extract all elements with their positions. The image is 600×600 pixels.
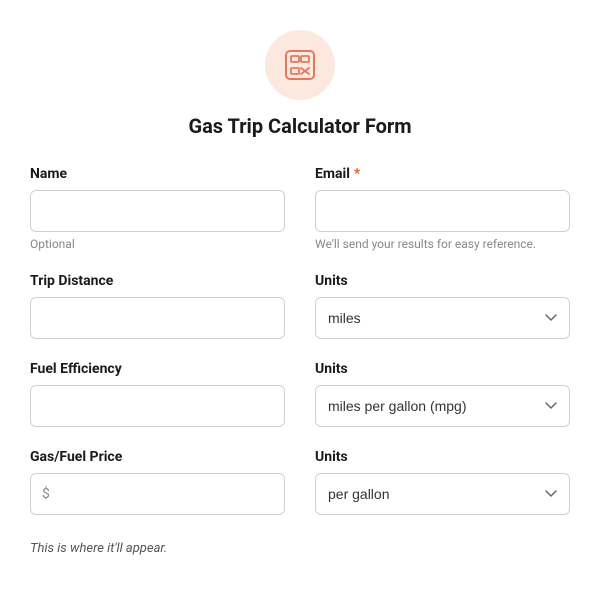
fuel-units-select[interactable]: miles per gallon (mpg) liters per 100km: [315, 385, 570, 427]
gas-units-select[interactable]: per gallon per liter: [315, 473, 570, 515]
gas-units-field-group: Units per gallon per liter: [315, 449, 570, 515]
form-title: Gas Trip Calculator Form: [188, 114, 411, 138]
bottom-text: This is where it'll appear.: [30, 541, 570, 556]
fuel-units-field-group: Units miles per gallon (mpg) liters per …: [315, 361, 570, 427]
trip-distance-field-group: Trip Distance: [30, 273, 285, 339]
fuel-efficiency-label: Fuel Efficiency: [30, 361, 285, 377]
form-header: Gas Trip Calculator Form: [30, 30, 570, 138]
trip-units-label: Units: [315, 273, 570, 289]
gas-price-field-group: Gas/Fuel Price $: [30, 449, 285, 515]
required-star: *: [354, 166, 360, 182]
name-field-group: Name Optional: [30, 166, 285, 251]
trip-units-select[interactable]: miles kilometers: [315, 297, 570, 339]
gas-price-input[interactable]: [30, 473, 285, 515]
trip-distance-input[interactable]: [30, 297, 285, 339]
page-container: Gas Trip Calculator Form Name Optional E…: [0, 0, 600, 576]
gas-units-label: Units: [315, 449, 570, 465]
calculator-icon-circle: [265, 30, 335, 100]
form-grid: Name Optional Email * We'll send your re…: [30, 166, 570, 537]
trip-distance-label: Trip Distance: [30, 273, 285, 289]
name-hint: Optional: [30, 237, 285, 251]
email-label: Email *: [315, 166, 570, 182]
email-hint: We'll send your results for easy referen…: [315, 237, 570, 251]
gas-price-input-wrapper: $: [30, 473, 285, 515]
fuel-efficiency-input[interactable]: [30, 385, 285, 427]
email-field-group: Email * We'll send your results for easy…: [315, 166, 570, 251]
fuel-units-label: Units: [315, 361, 570, 377]
gas-price-label: Gas/Fuel Price: [30, 449, 285, 465]
name-label: Name: [30, 166, 285, 182]
name-input[interactable]: [30, 190, 285, 232]
email-input[interactable]: [315, 190, 570, 232]
trip-units-field-group: Units miles kilometers: [315, 273, 570, 339]
fuel-efficiency-field-group: Fuel Efficiency: [30, 361, 285, 427]
calculator-icon: [282, 47, 318, 83]
